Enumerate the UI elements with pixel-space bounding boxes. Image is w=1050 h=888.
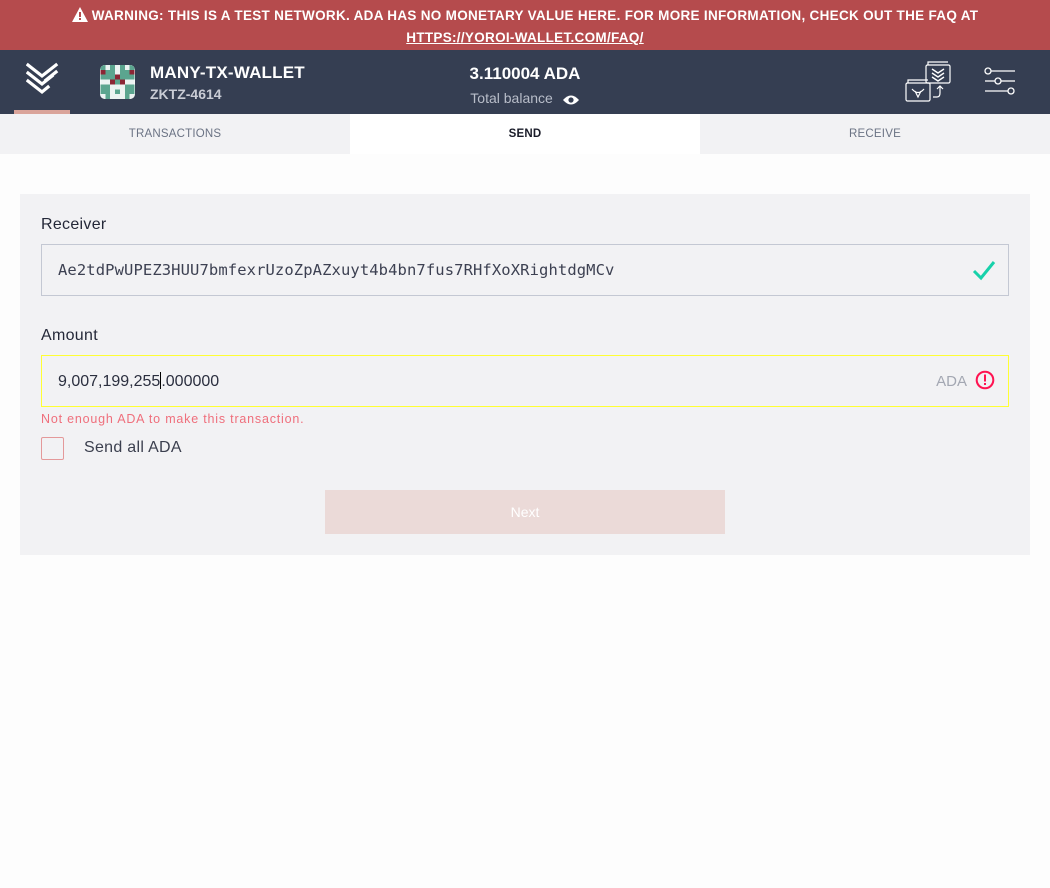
wallet-avatar xyxy=(100,65,135,99)
wallet-tabs: TRANSACTIONS SEND RECEIVE xyxy=(0,114,1050,154)
tab-transactions[interactable]: TRANSACTIONS xyxy=(0,114,350,154)
eye-icon[interactable] xyxy=(562,93,580,109)
top-bar: MANY-TX-WALLET ZKTZ-4614 3.110004 ADA To… xyxy=(0,50,1050,114)
amount-value: 9,007,199,255.000000 xyxy=(58,372,219,391)
balance-amount: 3.110004 ADA xyxy=(469,64,581,83)
wallet-name: MANY-TX-WALLET xyxy=(150,63,305,82)
warning-triangle-icon xyxy=(71,7,88,28)
amount-currency: ADA xyxy=(936,373,967,390)
amount-decimal-part: .000000 xyxy=(161,373,220,390)
receiver-value: Ae2tdPwUPEZ3HUU7bmfexrUzoZpAZxuyt4b4bn7f… xyxy=(58,261,615,279)
balance-label: Total balance xyxy=(470,90,553,106)
tab-send[interactable]: SEND xyxy=(350,114,700,154)
warning-text: WARNING: THIS IS A TEST NETWORK. ADA HAS… xyxy=(91,8,979,23)
settings-sliders-icon[interactable] xyxy=(984,66,1016,101)
yoroi-logo-icon xyxy=(26,62,59,95)
send-all-checkbox[interactable] xyxy=(41,437,64,460)
amount-input[interactable]: 9,007,199,255.000000 ADA xyxy=(41,355,1009,407)
testnet-warning-banner: WARNING: THIS IS A TEST NETWORK. ADA HAS… xyxy=(0,0,1050,50)
error-circle-icon xyxy=(975,370,995,395)
amount-integer-part: 9,007,199,255 xyxy=(58,373,161,390)
wallet-plate: ZKTZ-4614 xyxy=(150,86,222,102)
amount-error-message: Not enough ADA to make this transaction. xyxy=(41,412,305,426)
receiver-input[interactable]: Ae2tdPwUPEZ3HUU7bmfexrUzoZpAZxuyt4b4bn7f… xyxy=(41,244,1009,296)
receiver-label: Receiver xyxy=(41,216,107,233)
send-form: Receiver Ae2tdPwUPEZ3HUU7bmfexrUzoZpAZxu… xyxy=(20,194,1030,555)
yoroi-logo-button[interactable] xyxy=(14,50,70,114)
balance-display: 3.110004 ADA Total balance xyxy=(400,64,650,109)
send-all-label[interactable]: Send all ADA xyxy=(84,439,182,457)
amount-label: Amount xyxy=(41,327,98,344)
faq-link[interactable]: HTTPS://YOROI-WALLET.COM/FAQ/ xyxy=(406,30,643,45)
tab-receive[interactable]: RECEIVE xyxy=(700,114,1050,154)
next-button[interactable]: Next xyxy=(325,490,725,534)
checkmark-icon xyxy=(972,259,996,286)
switch-wallet-icon[interactable] xyxy=(905,61,951,108)
